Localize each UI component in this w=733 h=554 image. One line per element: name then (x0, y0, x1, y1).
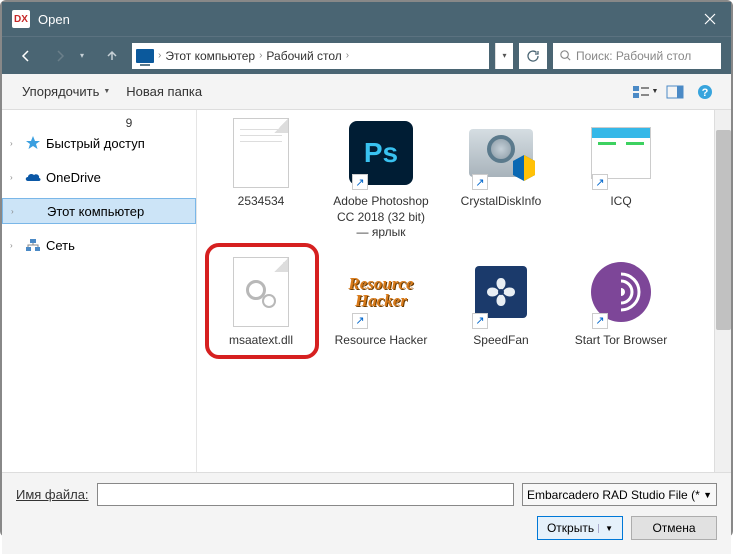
chevron-right-icon: › (11, 207, 21, 216)
star-icon (24, 135, 42, 151)
svg-text:?: ? (702, 87, 709, 99)
shortcut-icon: ↗ (472, 313, 488, 329)
chevron-right-icon: › (10, 139, 20, 148)
document-icon (233, 118, 289, 188)
up-button[interactable] (98, 42, 126, 70)
organize-menu[interactable]: Упорядочить▼ (14, 80, 118, 103)
tree-label: Сеть (46, 238, 75, 253)
search-placeholder: Поиск: Рабочий стол (576, 49, 691, 63)
help-button[interactable]: ? (691, 80, 719, 104)
close-button[interactable] (689, 2, 731, 36)
speedfan-icon (475, 266, 527, 318)
filename-input[interactable] (97, 483, 514, 506)
dll-icon (233, 257, 289, 327)
filetype-select[interactable]: Embarcadero RAD Studio File (* ▼ (522, 483, 717, 506)
breadcrumb-folder[interactable]: Рабочий стол (266, 49, 341, 63)
view-menu[interactable]: ▼ (631, 80, 659, 104)
network-icon (24, 237, 42, 253)
app-icon: DX (12, 10, 30, 28)
cancel-button[interactable]: Отмена (631, 516, 717, 540)
forward-button[interactable] (46, 42, 74, 70)
filetype-value: Embarcadero RAD Studio File (* (527, 488, 700, 502)
shortcut-icon: ↗ (592, 174, 608, 190)
file-item[interactable]: ↗ CrystalDiskInfo (447, 110, 555, 245)
chevron-right-icon: › (10, 173, 20, 182)
file-label: Start Tor Browser (575, 333, 667, 349)
breadcrumb-sep-icon: › (259, 50, 262, 61)
new-folder-button[interactable]: Новая папка (118, 80, 210, 103)
tree-label: Этот компьютер (47, 204, 144, 219)
tree-this-pc[interactable]: › Этот компьютер (2, 198, 196, 224)
tree-network[interactable]: › Сеть (2, 232, 196, 258)
breadcrumb-root[interactable]: Этот компьютер (165, 49, 255, 63)
file-list: 2534534 Ps↗ Adobe Photoshop CC 2018 (32 … (197, 110, 731, 472)
file-label: Resource Hacker (335, 333, 428, 349)
icq-icon (591, 127, 651, 179)
toolbar: Упорядочить▼ Новая папка ▼ ? (2, 74, 731, 110)
file-label: CrystalDiskInfo (461, 194, 542, 210)
file-label: ICQ (610, 194, 631, 210)
open-button[interactable]: Открыть ▼ (537, 516, 623, 540)
content-area: 9 › Быстрый доступ › OneDrive › Этот ком… (2, 110, 731, 472)
chevron-down-icon: ▼ (598, 524, 613, 533)
search-icon (559, 49, 572, 62)
file-item[interactable]: Ps↗ Adobe Photoshop CC 2018 (32 bit) — я… (327, 110, 435, 245)
scrollbar-thumb[interactable] (716, 130, 731, 330)
refresh-button[interactable] (519, 43, 547, 69)
filename-label: Имя файла: (16, 487, 89, 502)
computer-icon (136, 49, 154, 63)
shortcut-icon: ↗ (352, 174, 368, 190)
address-bar[interactable]: › Этот компьютер › Рабочий стол › (132, 43, 489, 69)
cloud-icon (24, 169, 42, 185)
computer-icon (25, 203, 43, 219)
search-input[interactable]: Поиск: Рабочий стол (553, 43, 721, 69)
tree-label: Быстрый доступ (46, 136, 145, 151)
back-button[interactable] (12, 42, 40, 70)
file-item[interactable]: ↗ SpeedFan (447, 249, 555, 353)
file-label: Adobe Photoshop CC 2018 (32 bit) — ярлык (331, 194, 431, 241)
history-dropdown[interactable]: ▾ (80, 51, 92, 60)
file-item[interactable]: 2534534 (207, 110, 315, 245)
tree-label: OneDrive (46, 170, 101, 185)
breadcrumb-sep-icon: › (158, 50, 161, 61)
tree-quick-access[interactable]: › Быстрый доступ (2, 130, 196, 156)
shortcut-icon: ↗ (352, 313, 368, 329)
chevron-down-icon: ▼ (703, 490, 712, 500)
file-item[interactable]: ResourceHacker ↗ Resource Hacker (327, 249, 435, 353)
dialog-footer: Имя файла: Embarcadero RAD Studio File (… (2, 472, 731, 554)
nav-tree: 9 › Быстрый доступ › OneDrive › Этот ком… (2, 110, 197, 472)
preview-pane-button[interactable] (661, 80, 689, 104)
disk-icon (469, 129, 533, 177)
resource-hacker-icon: ResourceHacker (348, 275, 413, 309)
vertical-scrollbar[interactable] (714, 110, 731, 472)
file-item[interactable]: ↗ ICQ (567, 110, 675, 245)
file-item[interactable]: ↗ Start Tor Browser (567, 249, 675, 353)
shortcut-icon: ↗ (592, 313, 608, 329)
tree-onedrive[interactable]: › OneDrive (2, 164, 196, 190)
file-label: SpeedFan (473, 333, 528, 349)
file-label: 2534534 (238, 194, 285, 210)
nav-bar: ▾ › Этот компьютер › Рабочий стол › ▾ По… (2, 36, 731, 74)
title-bar: DX Open (2, 2, 731, 36)
shortcut-icon: ↗ (472, 174, 488, 190)
chevron-right-icon: › (10, 241, 20, 250)
window-title: Open (38, 12, 689, 27)
address-dropdown[interactable]: ▾ (495, 43, 513, 69)
truncated-item: 9 (2, 116, 196, 130)
breadcrumb-sep-icon: › (346, 50, 349, 61)
